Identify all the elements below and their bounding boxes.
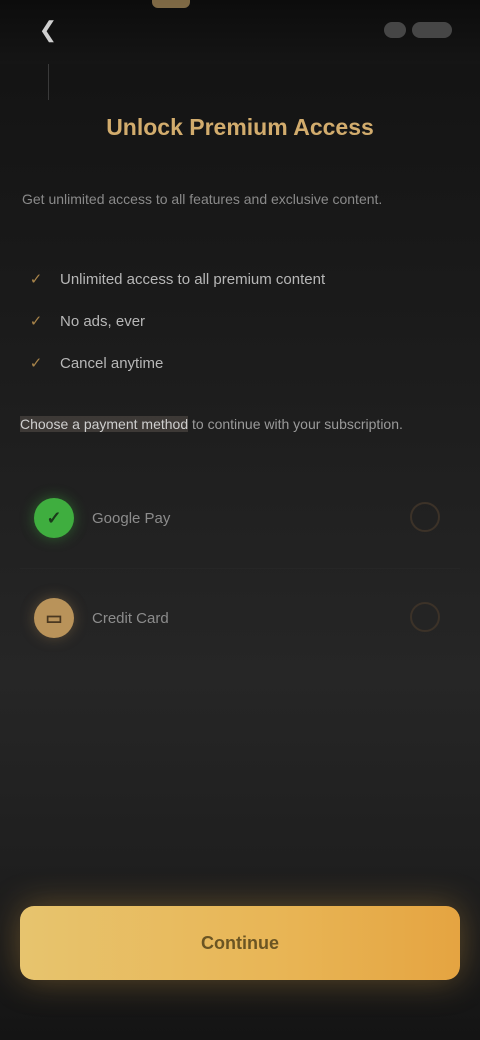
check-icon: ✓: [29, 355, 43, 372]
signal-icon: [384, 22, 406, 38]
list-item: ✓ Unlimited access to all premium conten…: [26, 258, 446, 300]
feature-list: ✓ Unlimited access to all premium conten…: [26, 258, 446, 384]
list-item: ✓ Cancel anytime: [26, 342, 446, 384]
check-icon: ✓: [29, 313, 43, 330]
page-subtitle: Get unlimited access to all features and…: [22, 191, 383, 207]
status-indicators: [356, 18, 452, 42]
radio-button[interactable]: [410, 602, 440, 632]
top-bar: ❮: [0, 0, 480, 64]
payment-option-google-pay[interactable]: ✓ Google Pay: [20, 480, 460, 556]
chevron-left-icon: ❮: [38, 17, 58, 42]
credit-card-icon: ▭: [34, 598, 74, 638]
info-highlight: Choose a payment method: [20, 416, 189, 432]
google-pay-icon: ✓: [34, 498, 74, 538]
avatar-glyph: ▭: [45, 607, 63, 628]
divider: [48, 64, 49, 100]
feature-text: Unlimited access to all premium content: [60, 270, 326, 288]
page-title: Unlock Premium Access: [106, 114, 374, 140]
feature-text: No ads, ever: [60, 312, 146, 330]
payment-info-text: Choose a payment method to continue with…: [20, 412, 460, 436]
radio-button[interactable]: [410, 502, 440, 532]
option-label: Credit Card: [92, 609, 169, 627]
back-button[interactable]: ❮: [30, 14, 66, 46]
list-item: ✓ No ads, ever: [26, 300, 446, 342]
continue-button[interactable]: Continue: [20, 906, 460, 980]
divider: [20, 568, 460, 569]
notch-logo: [152, 0, 190, 8]
avatar-glyph: ✓: [46, 507, 62, 528]
info-rest: to continue with your subscription.: [188, 416, 403, 432]
option-label: Google Pay: [92, 509, 171, 527]
payment-option-credit-card[interactable]: ▭ Credit Card: [20, 580, 460, 656]
battery-icon: [412, 22, 452, 38]
screen: ❮ Unlock Premium Access Get unlimited ac…: [0, 0, 480, 1040]
check-icon: ✓: [29, 271, 43, 288]
feature-text: Cancel anytime: [60, 354, 164, 372]
